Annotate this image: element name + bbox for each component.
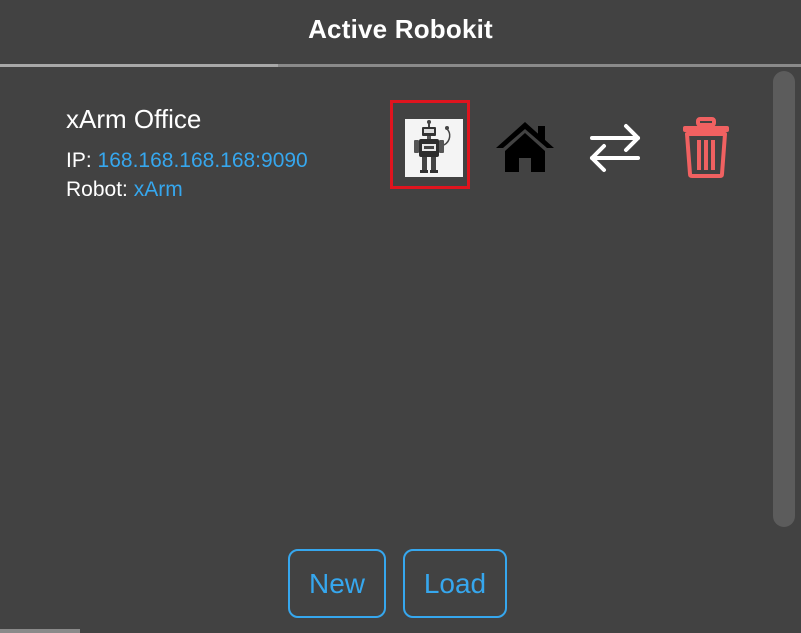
- new-button[interactable]: New: [288, 549, 386, 618]
- swap-arrows-icon: [590, 124, 640, 172]
- page-title: Active Robokit: [308, 14, 493, 44]
- robokit-robot-line: Robot: xArm: [66, 178, 183, 202]
- header-bar: Active Robokit: [0, 0, 801, 64]
- ip-label: IP:: [66, 149, 92, 172]
- home-button[interactable]: [494, 118, 556, 174]
- scrollbar[interactable]: [773, 71, 795, 527]
- robot-select-button[interactable]: [390, 100, 470, 189]
- robokit-name: xArm Office: [66, 104, 202, 134]
- load-button[interactable]: Load: [403, 549, 507, 618]
- header-divider: [0, 64, 801, 67]
- trash-icon: [683, 117, 729, 178]
- robot-label: Robot:: [66, 178, 128, 201]
- divider-highlight: [0, 64, 278, 67]
- ip-value: 168.168.168.168:9090: [97, 149, 308, 172]
- home-icon: [496, 122, 554, 172]
- swap-button[interactable]: [586, 118, 644, 176]
- robot-value: xArm: [133, 178, 183, 201]
- bottom-edge-line: [0, 629, 80, 633]
- delete-button[interactable]: [680, 116, 732, 178]
- robokit-ip-line: IP: 168.168.168.168:9090: [66, 149, 308, 173]
- robot-icon: [405, 119, 463, 177]
